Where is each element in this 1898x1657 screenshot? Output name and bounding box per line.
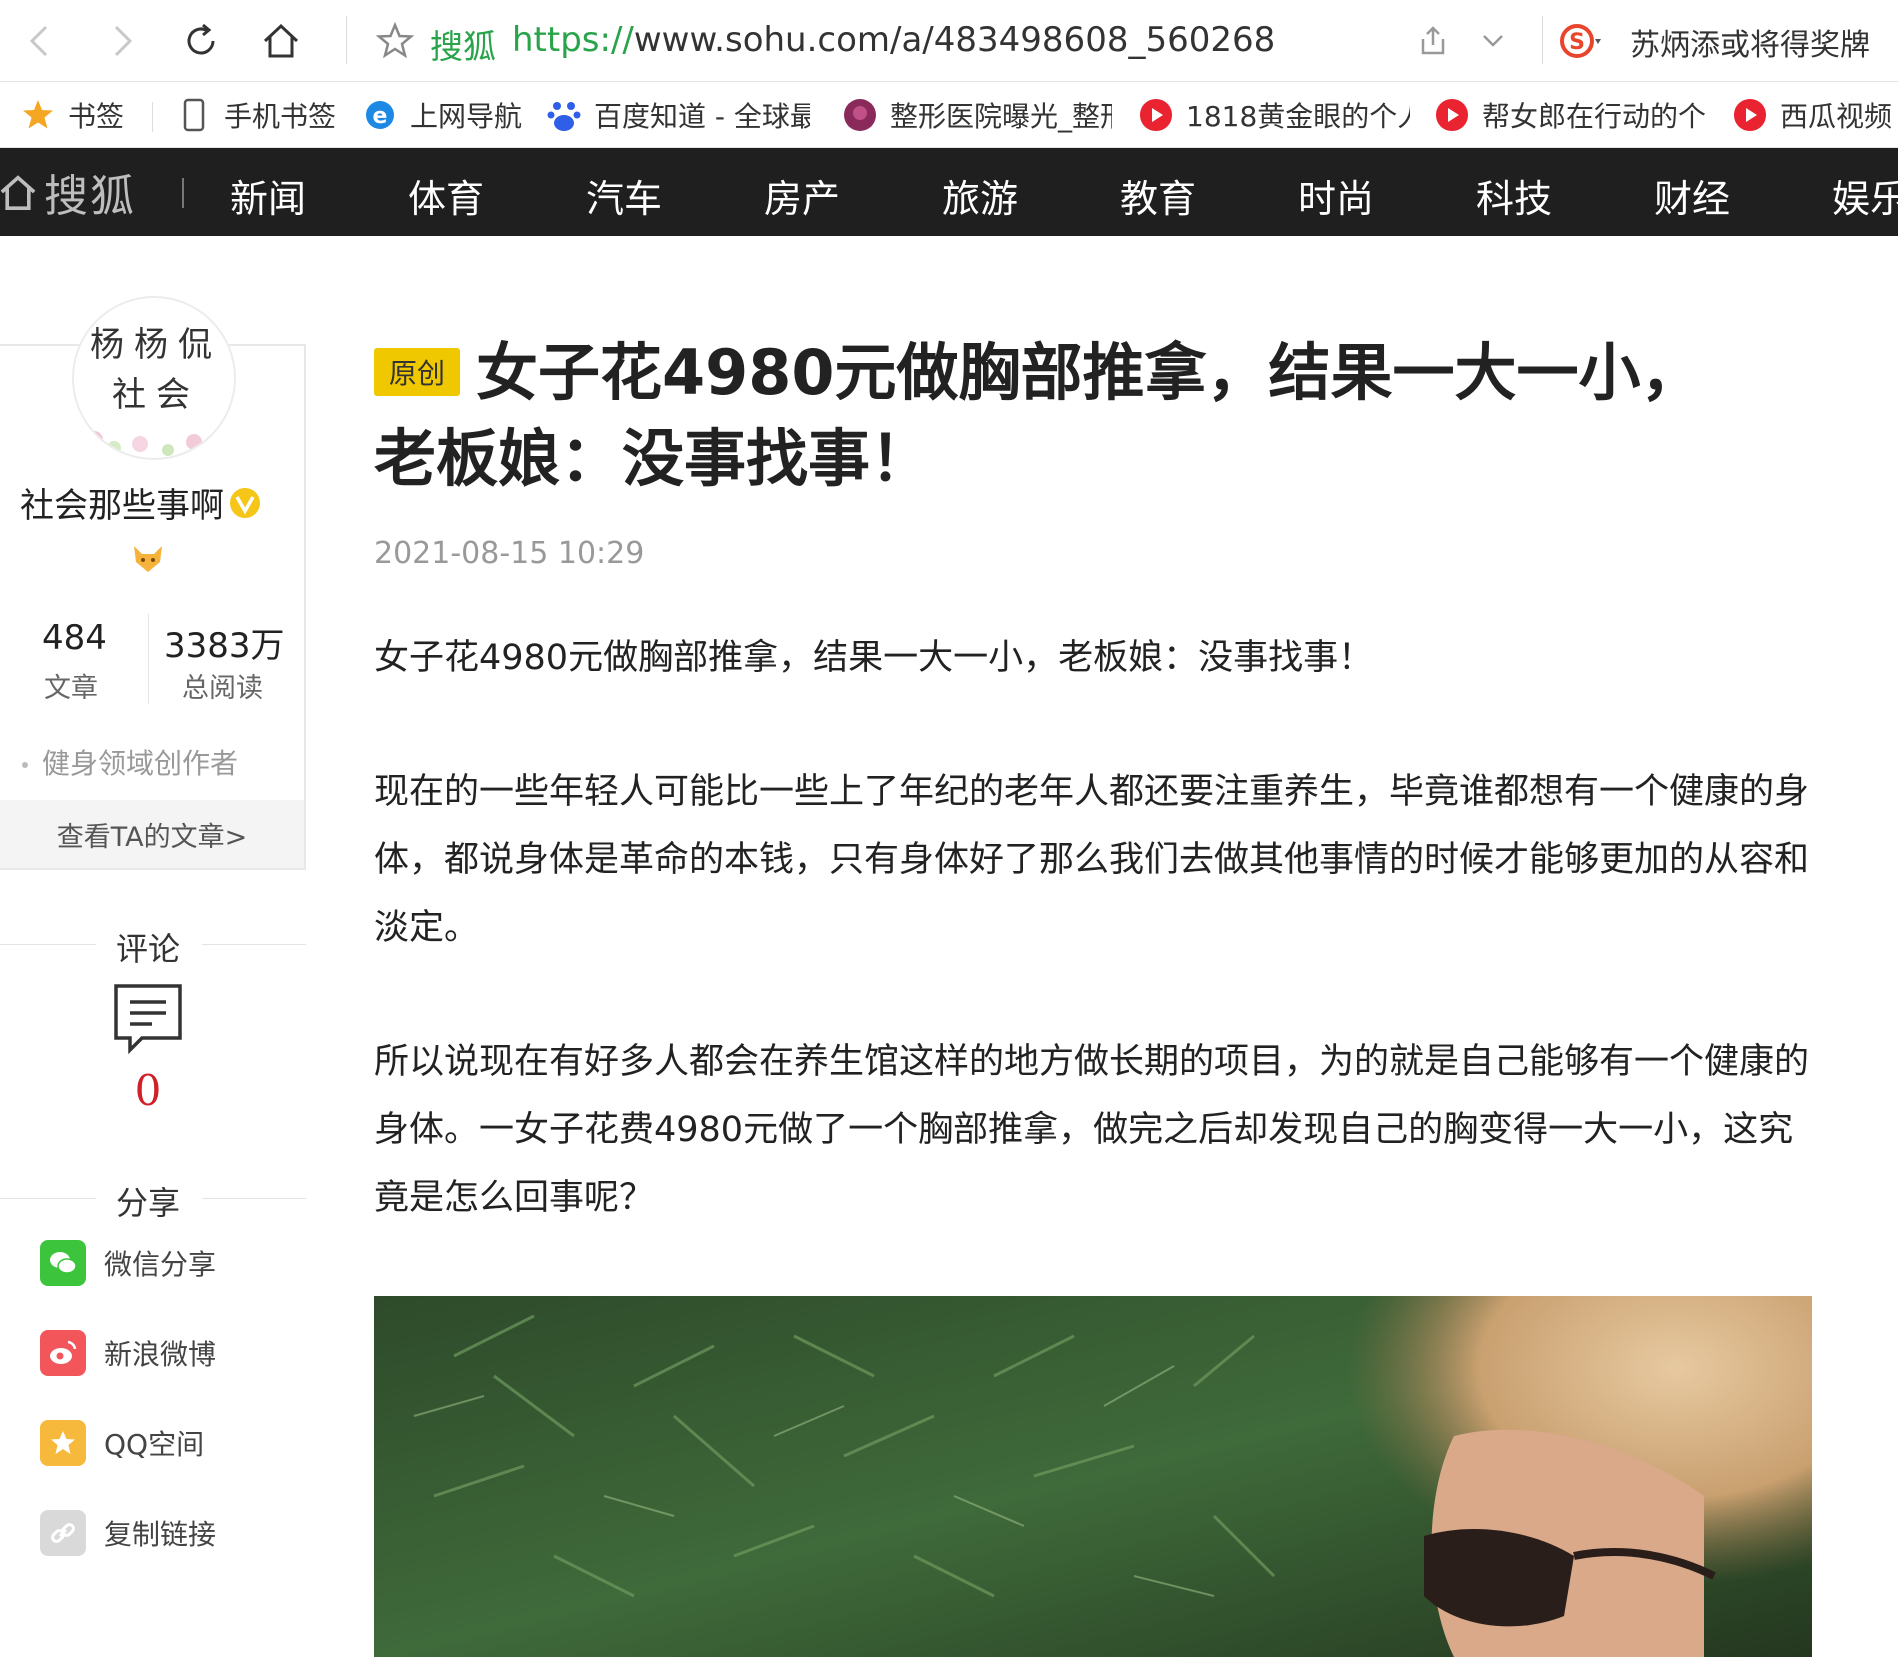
reads-count: 3383万 (164, 626, 285, 666)
toolbar-news-link[interactable]: 苏炳添或将得奖牌 (1630, 20, 1870, 64)
article-paragraph: 所以说现在有好多人都会在养生馆这样的地方做长期的项目，为的就是自己能够有一个健康… (374, 1042, 1810, 1218)
link-icon (40, 1510, 86, 1556)
chevron-down-icon[interactable] (1468, 16, 1518, 66)
articles-count: 484 (42, 618, 107, 658)
address-site-label: 搜狐 (430, 27, 496, 66)
copy-link-button[interactable]: 复制链接 (40, 1510, 216, 1556)
comments-header: 评论 (0, 924, 306, 968)
svg-text:e: e (373, 104, 388, 129)
nav-item-news[interactable]: 新闻 (230, 168, 306, 223)
nav-item-tech[interactable]: 科技 (1476, 168, 1552, 223)
hospital-icon (842, 97, 878, 133)
avatar-flower-decoration (85, 431, 224, 456)
verified-badge-icon (230, 487, 260, 518)
bookmarks-bar: 书签 手机书签 e 上网导航 百度知道 - 全球最 整形医院曝光_整形 1818… (0, 82, 1898, 148)
article-title: 女子花4980元做胸部推拿，结果一大一小，老板娘：没事找事！ (374, 336, 1703, 495)
view-articles-link[interactable]: 查看TA的文章> (0, 800, 304, 868)
stats-divider (148, 614, 149, 704)
bookmark-item[interactable]: 百度知道 - 全球最 (546, 96, 810, 134)
nav-item-entertainment[interactable]: 娱乐 (1832, 168, 1898, 223)
bookmark-divider (152, 102, 153, 132)
back-icon[interactable] (16, 16, 66, 66)
comments-title: 评论 (115, 930, 180, 968)
phone-icon (176, 97, 212, 133)
article-paragraph: 女子花4980元做胸部推拿，结果一大一小，老板娘：没事找事！ (374, 638, 1374, 678)
star-icon[interactable] (370, 16, 420, 66)
nav-item-education[interactable]: 教育 (1120, 168, 1196, 223)
bookmark-item[interactable]: e 上网导航 (362, 96, 526, 134)
share-wechat-button[interactable]: 微信分享 (40, 1240, 216, 1286)
bookmark-item[interactable]: 1818黄金眼的个人 (1138, 96, 1410, 134)
nav-item-travel[interactable]: 旅游 (942, 168, 1018, 223)
article-photo (374, 1296, 1812, 1657)
nav-item-realestate[interactable]: 房产 (764, 168, 840, 223)
weibo-icon (40, 1330, 86, 1376)
nav-divider (182, 178, 184, 208)
bookmark-item[interactable]: 整形医院曝光_整形 (842, 96, 1112, 134)
article-date: 2021-08-15 10:29 (374, 536, 645, 571)
fox-badge-icon (134, 546, 162, 572)
original-badge: 原创 (374, 348, 460, 396)
share-weibo-button[interactable]: 新浪微博 (40, 1330, 216, 1376)
home-icon (0, 175, 36, 210)
video-icon (1732, 97, 1768, 133)
comment-count[interactable]: 0 (0, 1066, 296, 1115)
bookmark-item[interactable]: 书签 (20, 96, 140, 134)
nav-item-sports[interactable]: 体育 (408, 168, 484, 223)
toolbar-divider (1542, 16, 1543, 64)
star-icon (20, 97, 56, 133)
address-bar-url[interactable]: https://www.sohu.com/a/483498608_560268 (512, 20, 1275, 60)
wechat-icon (40, 1240, 86, 1286)
share-title: 分享 (115, 1184, 180, 1222)
author-name[interactable]: 社会那些事啊 (20, 478, 262, 527)
ie-icon: e (362, 97, 398, 133)
qzone-icon (40, 1420, 86, 1466)
svg-text:S: S (1569, 30, 1585, 55)
bookmark-item[interactable]: 西瓜视频 (1732, 96, 1898, 134)
comment-icon[interactable] (112, 982, 184, 1054)
nav-item-auto[interactable]: 汽车 (586, 168, 662, 223)
reads-label: 总阅读 (182, 673, 263, 704)
avatar-text: 杨杨侃社会 (90, 325, 222, 415)
bookmark-item[interactable]: 手机书签 (176, 96, 340, 134)
url-scheme: https:// (512, 20, 634, 60)
nav-item-finance[interactable]: 财经 (1654, 168, 1730, 223)
share-icon[interactable] (1408, 16, 1458, 66)
logo-text: 搜狐 (44, 171, 136, 222)
baidu-icon (546, 97, 582, 133)
forward-icon[interactable] (96, 16, 146, 66)
browser-toolbar: 搜狐 https://www.sohu.com/a/483498608_5602… (0, 0, 1898, 82)
share-qzone-button[interactable]: QQ空间 (40, 1420, 204, 1466)
site-nav: 搜狐 新闻 体育 汽车 房产 旅游 教育 时尚 科技 财经 娱乐 (0, 148, 1898, 236)
article-paragraph: 现在的一些年轻人可能比一些上了年纪的老年人都还要注重养生，毕竟谁都想有一个健康的… (374, 772, 1810, 948)
sogou-icon[interactable]: S (1554, 16, 1604, 66)
author-domain: 健身领域创作者 (22, 742, 238, 782)
home-icon[interactable] (256, 16, 306, 66)
articles-label: 文章 (44, 673, 98, 704)
toolbar-divider (346, 16, 347, 64)
avatar[interactable]: 杨杨侃社会 (72, 296, 236, 460)
url-path: www.sohu.com/a/483498608_560268 (633, 20, 1276, 60)
nav-item-fashion[interactable]: 时尚 (1298, 168, 1374, 223)
bookmark-item[interactable]: 帮女郎在行动的个 (1434, 96, 1706, 134)
video-icon (1138, 97, 1174, 133)
reload-icon[interactable] (176, 16, 226, 66)
sohu-logo[interactable]: 搜狐 (0, 166, 136, 222)
video-icon (1434, 97, 1470, 133)
share-header: 分享 (0, 1178, 306, 1222)
